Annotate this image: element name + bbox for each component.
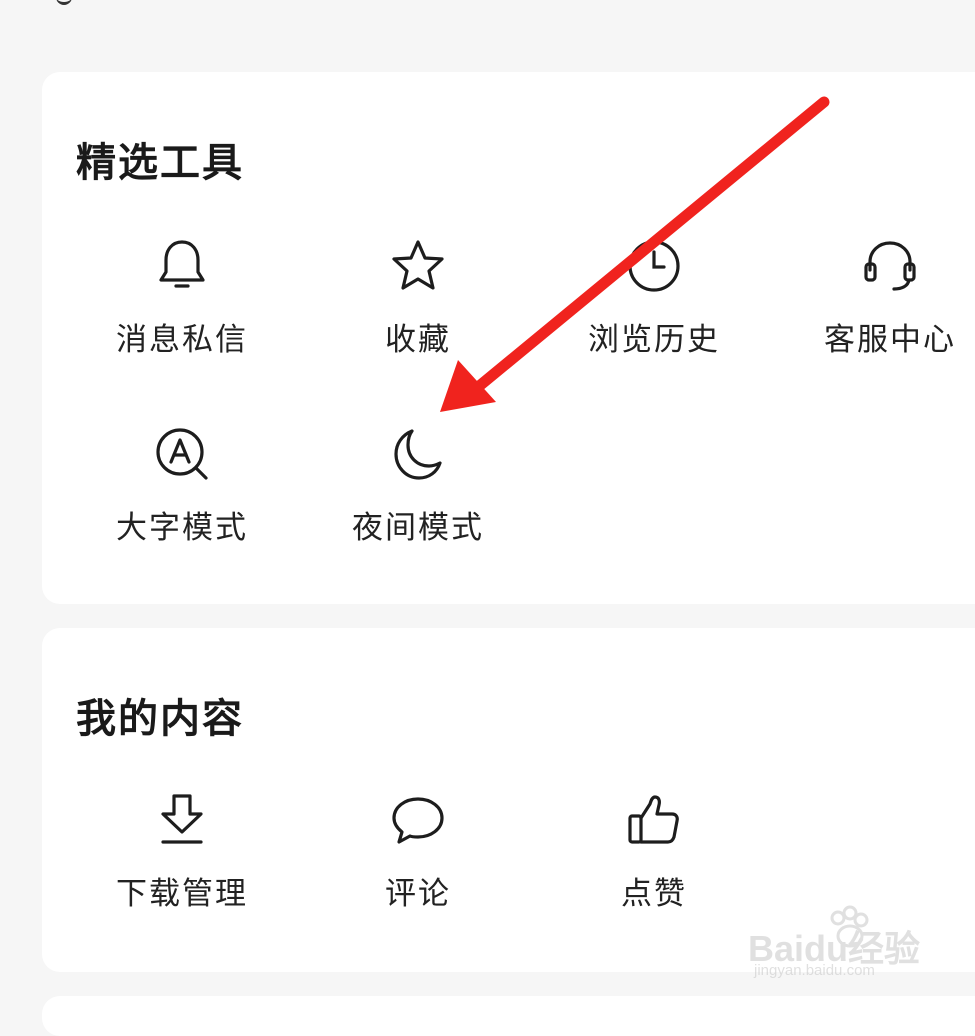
item-label: 评论	[385, 876, 451, 912]
section-title: 我的内容	[76, 696, 244, 742]
item-label: 下载管理	[116, 876, 248, 912]
comment-icon	[392, 797, 444, 844]
thumbs-up-icon	[628, 795, 679, 844]
content-comments[interactable]: 评论	[328, 788, 508, 938]
watermark-url: jingyan.baidu.com	[754, 962, 875, 979]
large-text-icon	[156, 428, 208, 480]
tool-customer-service[interactable]: 客服中心	[800, 234, 975, 384]
back-arrow-fragment[interactable]	[56, 0, 72, 5]
section-title: 精选工具	[76, 140, 244, 186]
tool-history[interactable]: 浏览历史	[564, 234, 744, 384]
tool-messages[interactable]: 消息私信	[92, 234, 272, 384]
item-label: 消息私信	[116, 322, 248, 358]
tools-card: 精选工具 消息私信 收藏 浏览历史 客服中心 大字模式 夜间模式	[42, 72, 975, 604]
content-likes[interactable]: 点赞	[564, 788, 744, 938]
item-label: 点赞	[621, 876, 687, 912]
tool-favorites[interactable]: 收藏	[328, 234, 508, 384]
item-label: 客服中心	[824, 322, 956, 358]
item-label: 浏览历史	[588, 322, 720, 358]
download-icon	[161, 794, 203, 844]
star-icon	[392, 240, 444, 290]
bell-icon	[159, 240, 205, 288]
moon-icon	[394, 429, 442, 480]
tool-night-mode[interactable]: 夜间模式	[328, 422, 508, 572]
item-label: 收藏	[385, 322, 451, 358]
content-downloads[interactable]: 下载管理	[92, 788, 272, 938]
item-label: 夜间模式	[352, 510, 484, 546]
baidu-jingyan-watermark: Baidu经验 jingyan.baidu.com	[748, 905, 928, 984]
tool-large-text[interactable]: 大字模式	[92, 422, 272, 572]
next-card-peek	[42, 996, 975, 1036]
clock-icon	[628, 240, 680, 292]
item-label: 大字模式	[116, 510, 248, 546]
headset-icon	[864, 241, 916, 291]
